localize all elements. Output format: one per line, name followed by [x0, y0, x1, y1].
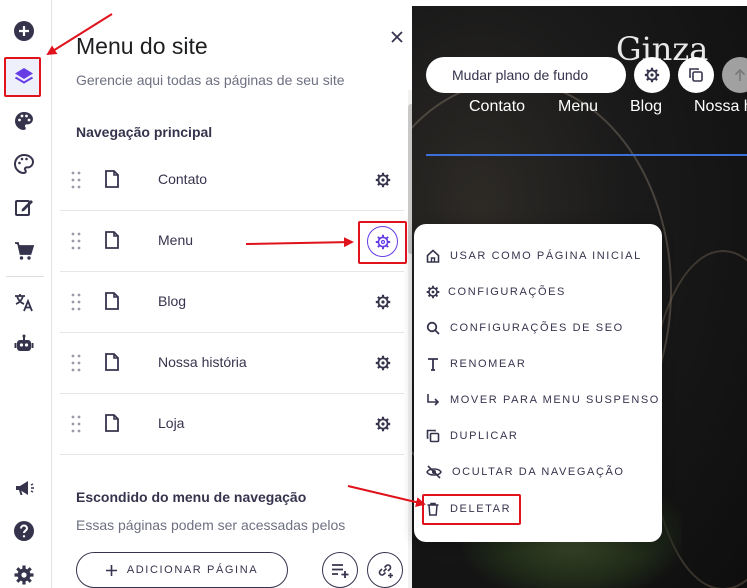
- megaphone-icon[interactable]: [10, 474, 38, 502]
- search-icon: [426, 321, 440, 335]
- menu-item-label: CONFIGURAÇÕES DE SEO: [450, 322, 624, 334]
- cart-icon[interactable]: [10, 237, 38, 265]
- menu-item-set-homepage[interactable]: USAR COMO PÁGINA INICIAL: [426, 245, 642, 267]
- page-label: Loja: [158, 415, 185, 431]
- page-settings-gear-icon[interactable]: [373, 414, 393, 434]
- add-page-button[interactable]: ADICIONAR PÁGINA: [76, 552, 288, 588]
- page-icon: [105, 353, 119, 371]
- home-icon: [426, 249, 440, 263]
- page-label: Nossa história: [158, 354, 247, 370]
- gear-icon: [426, 285, 440, 299]
- menu-item-label: DELETAR: [450, 503, 512, 515]
- page-row-menu[interactable]: Menu: [60, 211, 404, 272]
- section-settings-button[interactable]: [634, 57, 670, 93]
- preview-top-strip: [412, 0, 747, 6]
- translate-icon[interactable]: [10, 288, 38, 316]
- eye-off-icon: [426, 465, 442, 479]
- site-menu-panel: Menu do site Gerencie aqui todas as pági…: [52, 0, 414, 588]
- left-sidebar: [0, 0, 52, 588]
- site-nav-nossa-historia[interactable]: Nossa h: [694, 98, 747, 116]
- hidden-pages-subtitle: Essas páginas podem ser acessadas pelos: [76, 517, 346, 533]
- site-nav-menu[interactable]: Menu: [558, 98, 598, 116]
- arrow-up-icon: [734, 68, 746, 81]
- page-label: Blog: [158, 293, 187, 309]
- main-nav-title: Navegação principal: [76, 124, 213, 140]
- menu-item-label: USAR COMO PÁGINA INICIAL: [450, 250, 642, 262]
- text-icon: [428, 358, 438, 371]
- gear-icon: [644, 67, 660, 83]
- page-row-contato[interactable]: Contato: [60, 150, 404, 211]
- drag-handle-icon[interactable]: [70, 414, 82, 434]
- page-icon: [105, 414, 119, 432]
- layers-icon[interactable]: [10, 62, 38, 90]
- site-nav-contato[interactable]: Contato: [469, 98, 525, 116]
- page-settings-gear-icon[interactable]: [373, 353, 393, 373]
- drag-handle-icon[interactable]: [70, 292, 82, 312]
- page-settings-gear-icon[interactable]: [373, 170, 393, 190]
- settings-icon[interactable]: [10, 561, 38, 588]
- menu-settings-gear-icon[interactable]: [367, 226, 398, 257]
- duplicate-section-button[interactable]: [678, 57, 714, 93]
- panel-subtitle: Gerencie aqui todas as páginas de seu si…: [76, 72, 345, 88]
- panel-title: Menu do site: [76, 33, 208, 59]
- page-icon: [105, 170, 119, 188]
- drag-handle-icon[interactable]: [70, 170, 82, 190]
- editor-window: Menu do site Gerencie aqui todas as pági…: [0, 0, 747, 588]
- drag-handle-icon[interactable]: [70, 231, 82, 251]
- move-up-button[interactable]: [722, 57, 747, 93]
- color-palette-icon[interactable]: [10, 150, 38, 178]
- menu-item-hide-from-nav[interactable]: OCULTAR DA NAVEGAÇÃO: [426, 461, 625, 483]
- page-icon: [105, 292, 119, 310]
- menu-item-label: CONFIGURAÇÕES: [448, 286, 566, 298]
- page-label: Menu: [158, 232, 194, 248]
- duplicate-icon: [689, 68, 703, 82]
- page-label: Contato: [158, 171, 208, 187]
- add-element-icon[interactable]: [10, 17, 38, 45]
- page-settings-gear-icon[interactable]: [373, 292, 393, 312]
- add-list-item-button[interactable]: [322, 552, 358, 588]
- duplicate-icon: [426, 429, 440, 443]
- menu-item-duplicate[interactable]: DUPLICAR: [426, 425, 518, 447]
- menu-item-move-to-dropdown[interactable]: MOVER PARA MENU SUSPENSO: [426, 389, 660, 411]
- arrow-down-right-icon: [427, 394, 440, 406]
- page-context-menu: USAR COMO PÁGINA INICIAL CONFIGURAÇÕES C…: [414, 224, 662, 542]
- robot-icon[interactable]: [10, 330, 38, 358]
- plus-icon: [105, 564, 117, 576]
- site-nav-blog[interactable]: Blog: [630, 98, 662, 116]
- page-row-blog[interactable]: Blog: [60, 272, 404, 333]
- trash-icon: [427, 502, 439, 516]
- menu-item-seo-settings[interactable]: CONFIGURAÇÕES DE SEO: [426, 317, 624, 339]
- menu-item-settings[interactable]: CONFIGURAÇÕES: [426, 281, 566, 303]
- add-link-button[interactable]: [367, 552, 403, 588]
- palette-icon[interactable]: [10, 107, 38, 135]
- hidden-pages-title: Escondido do menu de navegação: [76, 489, 307, 505]
- add-page-label: ADICIONAR PÁGINA: [126, 564, 259, 576]
- section-outline: [426, 154, 747, 156]
- page-row-loja[interactable]: Loja: [60, 394, 404, 455]
- list-add-icon: [332, 564, 349, 578]
- page-icon: [105, 231, 119, 249]
- menu-item-rename[interactable]: RENOMEAR: [426, 353, 526, 375]
- menu-item-label: OCULTAR DA NAVEGAÇÃO: [452, 466, 625, 478]
- page-row-nossa-historia[interactable]: Nossa história: [60, 333, 404, 394]
- menu-item-delete[interactable]: DELETAR: [426, 498, 511, 520]
- close-icon[interactable]: [386, 26, 408, 48]
- menu-item-label: MOVER PARA MENU SUSPENSO: [450, 394, 660, 406]
- drag-handle-icon[interactable]: [70, 353, 82, 373]
- menu-item-label: RENOMEAR: [450, 358, 527, 370]
- rail-divider: [6, 276, 44, 277]
- edit-icon[interactable]: [10, 193, 38, 221]
- link-add-icon: [378, 564, 393, 578]
- change-background-button[interactable]: Mudar plano de fundo: [426, 57, 626, 93]
- menu-item-label: DUPLICAR: [450, 430, 519, 442]
- help-icon[interactable]: [10, 517, 38, 545]
